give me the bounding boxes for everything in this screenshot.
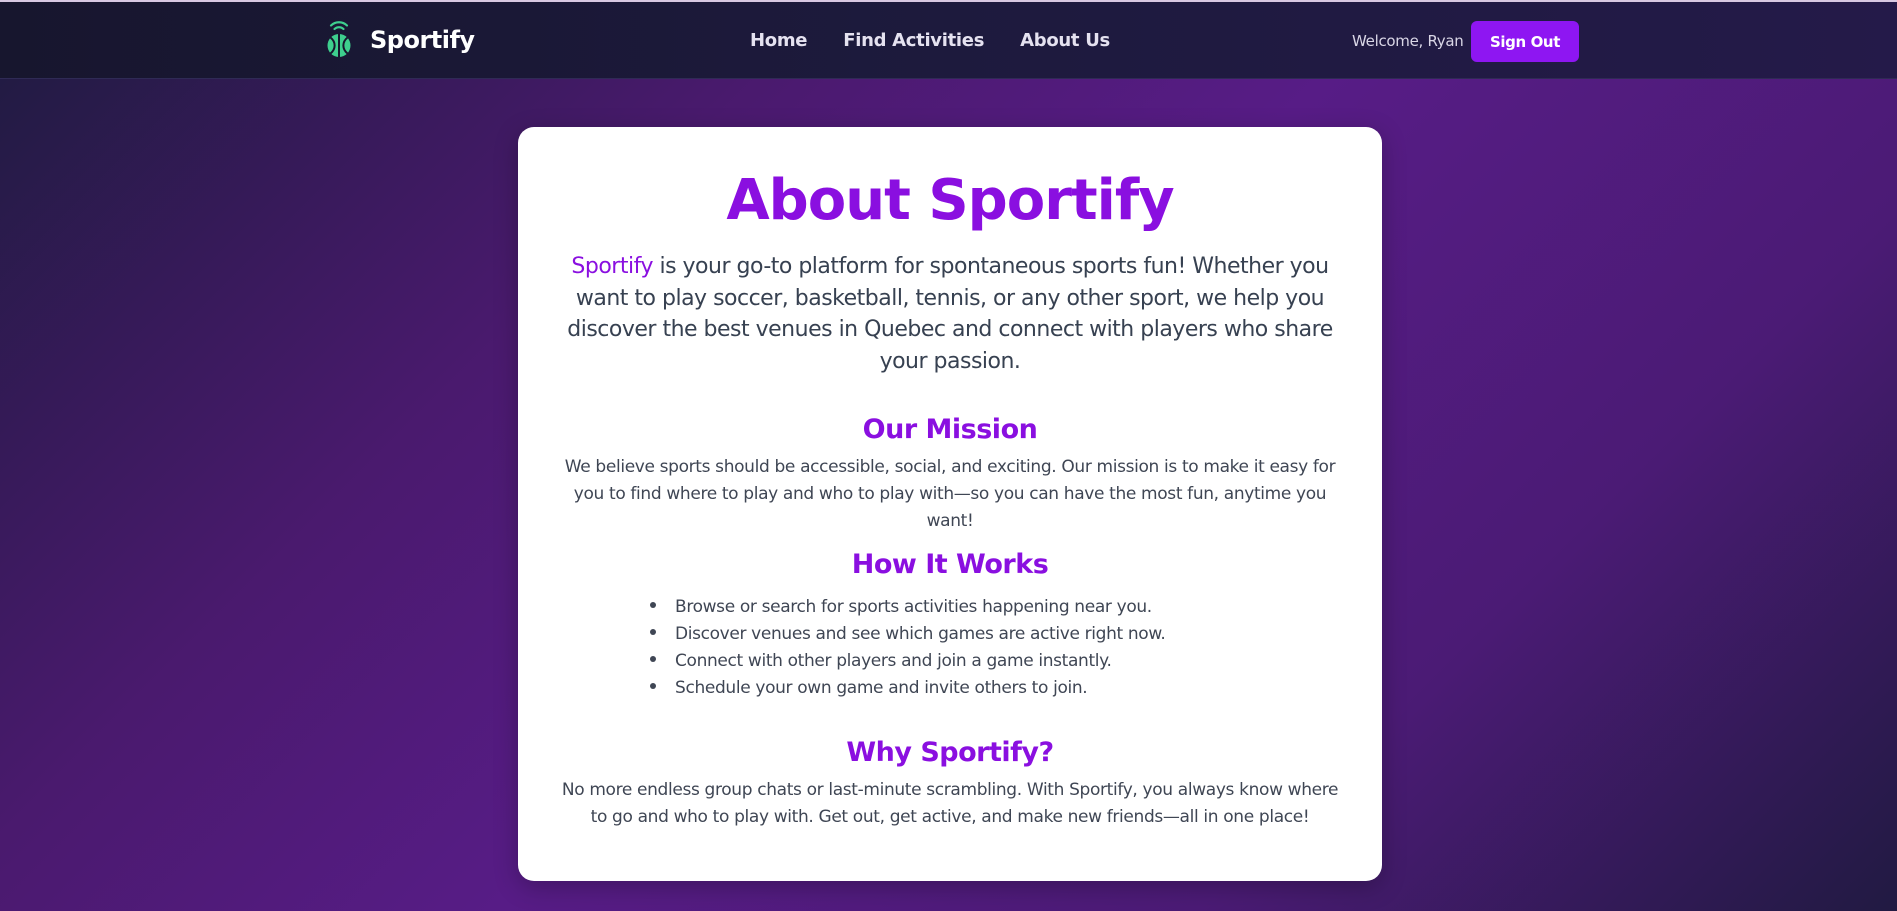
- list-item-text: Discover venues and see which games are …: [675, 624, 1166, 644]
- bullet-icon: [650, 629, 656, 635]
- bullet-icon: [650, 683, 656, 689]
- why-sportify-text: No more endless group chats or last-minu…: [561, 780, 1339, 827]
- intro-brand-highlight: Sportify: [571, 254, 653, 279]
- bullet-icon: [650, 602, 656, 608]
- list-item-text: Connect with other players and join a ga…: [675, 651, 1112, 671]
- nav-about-us[interactable]: About Us: [1020, 30, 1110, 51]
- why-sportify-heading: Why Sportify?: [846, 737, 1054, 768]
- intro-paragraph: Sportify is your go-to platform for spon…: [562, 251, 1338, 377]
- page-title: About Sportify: [726, 168, 1174, 233]
- welcome-text: Welcome, Ryan: [1352, 32, 1464, 50]
- nav-home[interactable]: Home: [750, 30, 808, 51]
- bullet-icon: [650, 656, 656, 662]
- about-card: About Sportify Sportify is your go-to pl…: [518, 127, 1382, 881]
- mission-heading: Our Mission: [862, 414, 1038, 445]
- list-item-text: Browse or search for sports activities h…: [675, 597, 1152, 617]
- list-item: Connect with other players and join a ga…: [650, 648, 1165, 675]
- brand-name: Sportify: [370, 26, 475, 54]
- basketball-signal-icon: [327, 21, 351, 57]
- list-item-text: Schedule your own game and invite others…: [675, 678, 1088, 698]
- how-it-works-list: Browse or search for sports activities h…: [650, 594, 1166, 702]
- how-it-works-heading: How It Works: [851, 549, 1049, 580]
- navbar: Sportify Home Find Activities About Us W…: [0, 2, 1897, 79]
- intro-text: is your go-to platform for spontaneous s…: [567, 254, 1333, 374]
- main-nav: Home Find Activities About Us: [750, 30, 1110, 51]
- nav-find-activities[interactable]: Find Activities: [843, 30, 984, 51]
- mission-text: We believe sports should be accessible, …: [564, 457, 1336, 531]
- list-item: Browse or search for sports activities h…: [650, 594, 1165, 621]
- list-item: Discover venues and see which games are …: [650, 621, 1166, 648]
- list-item: Schedule your own game and invite others…: [650, 675, 1165, 702]
- sign-out-button[interactable]: Sign Out: [1471, 21, 1579, 62]
- brand-logo[interactable]: Sportify: [324, 20, 475, 60]
